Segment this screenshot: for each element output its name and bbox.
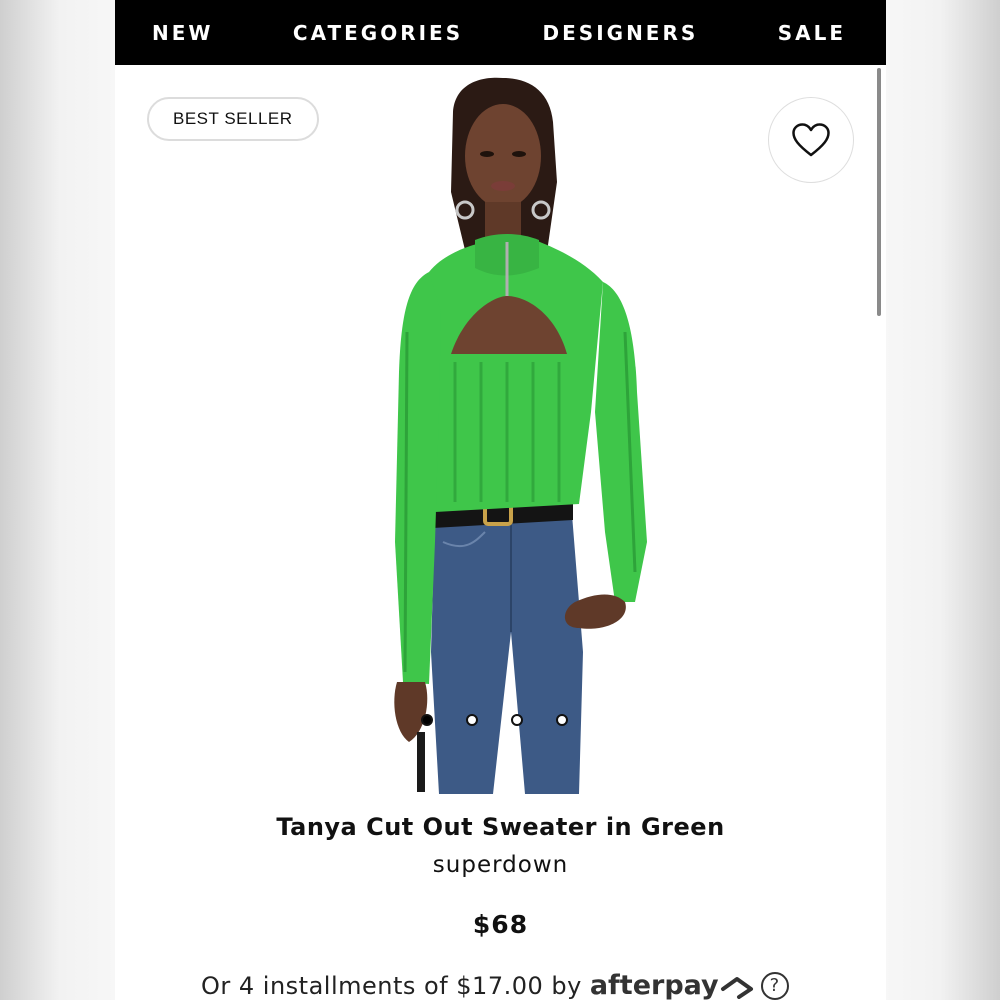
- product-price: $68: [472, 910, 529, 939]
- afterpay-arrows-icon: [720, 976, 753, 999]
- best-seller-badge: BEST SELLER: [147, 97, 319, 141]
- best-seller-label: BEST SELLER: [173, 109, 293, 128]
- nav-categories[interactable]: CATEGORIES: [293, 21, 463, 45]
- scrollbar[interactable]: [877, 68, 881, 316]
- wishlist-button[interactable]: [768, 97, 854, 183]
- image-carousel-dots: [421, 714, 568, 726]
- product-title: Tanya Cut Out Sweater in Green: [276, 813, 725, 841]
- heart-outline-icon: [792, 123, 830, 157]
- nav-new[interactable]: NEW: [152, 21, 213, 45]
- nav-designers[interactable]: DESIGNERS: [543, 21, 699, 45]
- carousel-dot-3[interactable]: [511, 714, 523, 726]
- product-image[interactable]: [335, 72, 675, 794]
- nav-sale[interactable]: SALE: [778, 21, 846, 45]
- carousel-dot-4[interactable]: [556, 714, 568, 726]
- product-page: NEW CATEGORIES DESIGNERS SALE BEST SELLE…: [115, 0, 886, 1000]
- carousel-dot-2[interactable]: [466, 714, 478, 726]
- afterpay-logo-text: afterpay: [589, 970, 719, 1000]
- product-brand[interactable]: superdown: [115, 852, 886, 878]
- question-circle-icon[interactable]: ?: [760, 971, 789, 1000]
- installments-text: Or 4 installments of $17.00 by: [201, 971, 582, 1000]
- installments-info: Or 4 installments of $17.00 by afterpay …: [201, 970, 789, 1000]
- carousel-dot-1[interactable]: [421, 714, 433, 726]
- top-nav: NEW CATEGORIES DESIGNERS SALE: [115, 0, 886, 65]
